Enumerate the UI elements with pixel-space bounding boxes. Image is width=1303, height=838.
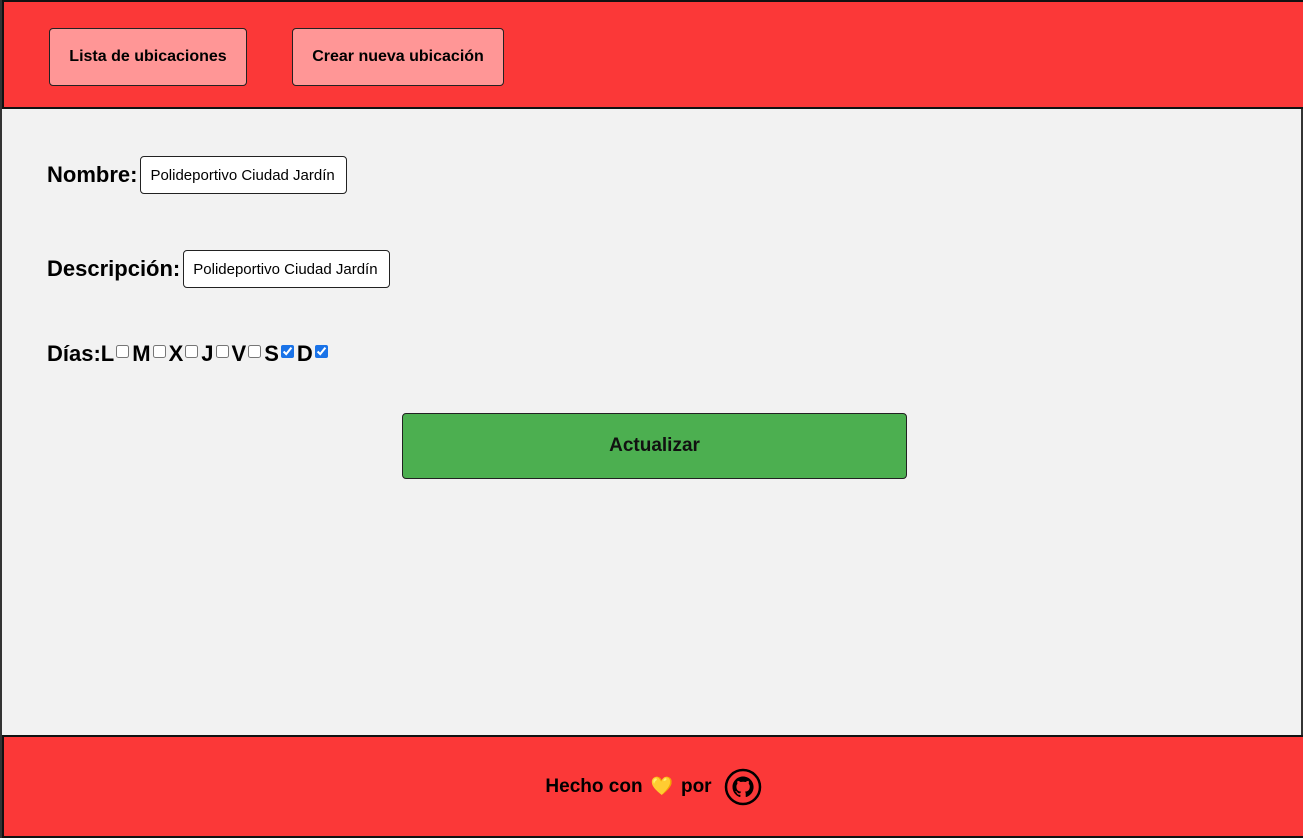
day-j: J bbox=[201, 341, 231, 367]
day-letter-l: L bbox=[100, 341, 115, 366]
footer: Hecho con 💛 por bbox=[2, 735, 1303, 838]
name-row: Nombre: bbox=[47, 156, 348, 194]
heart-icon: 💛 bbox=[650, 776, 673, 796]
day-letter-v: V bbox=[231, 341, 247, 366]
day-s: S bbox=[264, 341, 297, 367]
day-letter-s: S bbox=[264, 341, 279, 366]
day-letter-x: X bbox=[168, 341, 184, 366]
day-checkbox-m[interactable] bbox=[152, 344, 166, 358]
update-button[interactable]: Actualizar bbox=[402, 413, 907, 479]
footer-prefix: Hecho con bbox=[545, 775, 643, 797]
day-letter-j: J bbox=[201, 341, 214, 366]
location-list-button[interactable]: Lista de ubicaciones bbox=[49, 28, 247, 86]
description-label: Descripción: bbox=[47, 256, 181, 281]
day-checkbox-j[interactable] bbox=[215, 344, 229, 358]
name-input[interactable] bbox=[140, 156, 348, 194]
day-m: M bbox=[132, 341, 168, 367]
day-letter-m: M bbox=[132, 341, 151, 366]
github-icon[interactable] bbox=[724, 768, 762, 806]
day-x: X bbox=[169, 341, 202, 367]
page-frame: Lista de ubicaciones Crear nueva ubicaci… bbox=[0, 0, 1303, 838]
day-letter-d: D bbox=[296, 341, 313, 366]
create-location-button[interactable]: Crear nueva ubicación bbox=[292, 28, 504, 86]
days-row: Días: L M X J V S D bbox=[47, 341, 331, 367]
day-checkbox-d[interactable] bbox=[314, 344, 328, 358]
days-label: Días: bbox=[47, 341, 101, 366]
day-d: D bbox=[297, 341, 331, 367]
day-checkbox-v[interactable] bbox=[248, 344, 262, 358]
day-checkbox-l[interactable] bbox=[116, 344, 130, 358]
day-checkbox-x[interactable] bbox=[185, 344, 199, 358]
description-row: Descripción: bbox=[47, 250, 391, 288]
name-label: Nombre: bbox=[47, 162, 138, 187]
day-l: L bbox=[101, 341, 132, 367]
description-input[interactable] bbox=[183, 250, 391, 288]
footer-suffix: por bbox=[680, 775, 712, 797]
day-checkbox-s[interactable] bbox=[280, 344, 294, 358]
day-v: V bbox=[232, 341, 265, 367]
top-navbar: Lista de ubicaciones Crear nueva ubicaci… bbox=[2, 0, 1303, 109]
